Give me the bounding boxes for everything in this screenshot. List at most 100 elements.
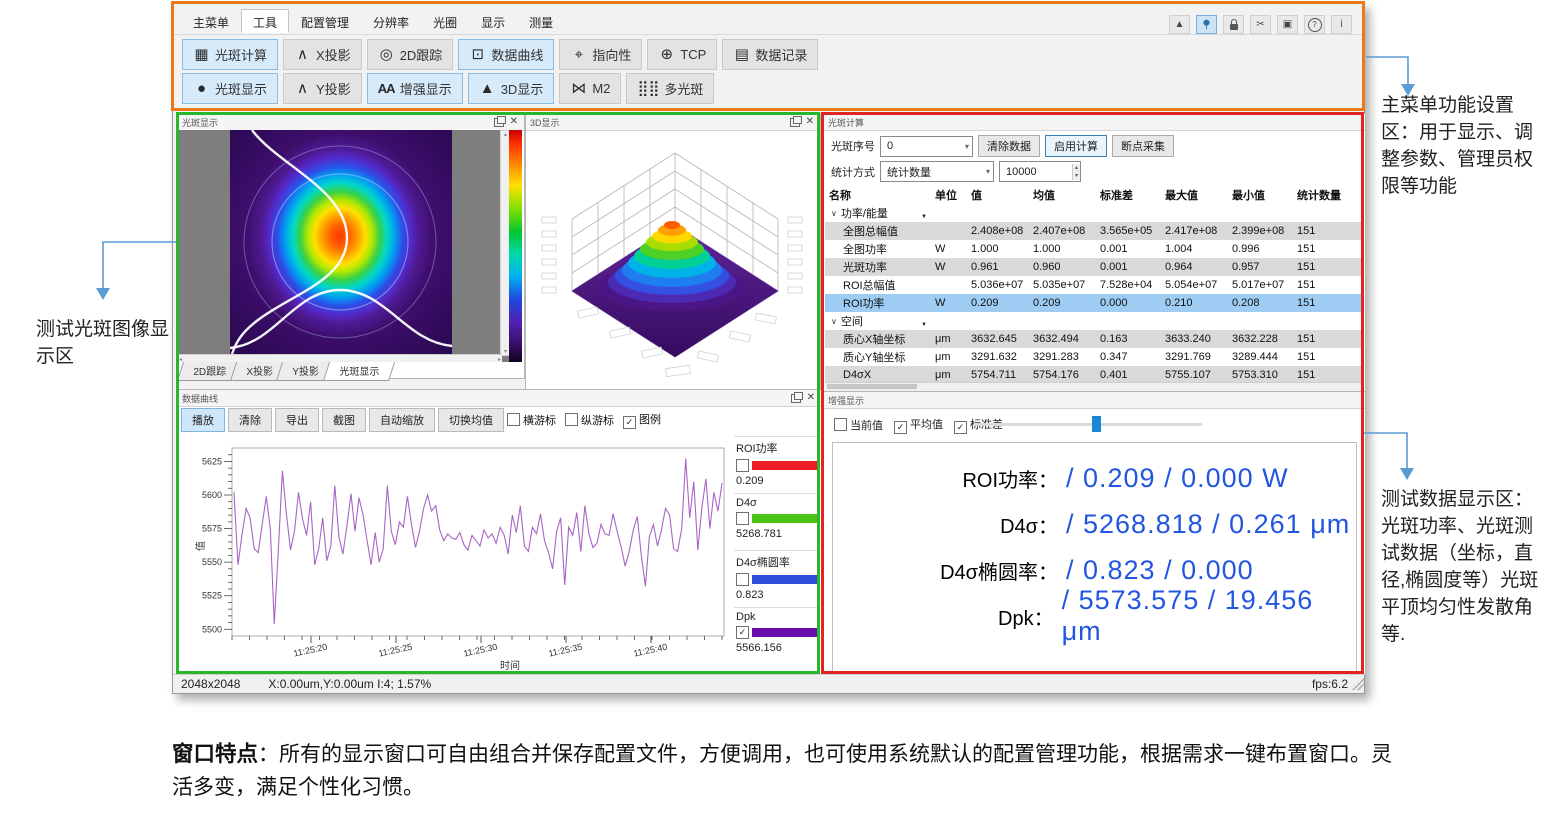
calc-button-断点采集[interactable]: 断点采集 <box>1112 135 1174 157</box>
lock-icon[interactable] <box>1223 15 1244 34</box>
curve-button-切换均值[interactable]: 切换均值 <box>438 408 504 432</box>
font-size-slider[interactable] <box>974 423 1202 426</box>
tcp-icon: ⊕ <box>658 47 675 62</box>
legend-checkbox[interactable] <box>736 573 749 586</box>
toolbar-button-multi-spot[interactable]: ⣿⣿ 多光斑 <box>626 73 714 104</box>
group-name: 空间 <box>841 313 863 329</box>
collapse-icon[interactable]: ▲ <box>1169 15 1190 34</box>
curve-button-清除[interactable]: 清除 <box>228 408 272 432</box>
table-row-光斑功率[interactable]: 光斑功率W0.9610.9600.0010.9640.957151 <box>825 258 1364 276</box>
cell: 151 <box>1293 243 1364 255</box>
cell: 0.000 <box>1096 297 1161 309</box>
beam-profile-curves <box>230 130 452 354</box>
table-row-质心Y轴坐标[interactable]: 质心Y轴坐标μm3291.6323291.2830.3473291.769328… <box>825 348 1364 366</box>
cell: 151 <box>1293 369 1364 381</box>
toolbar-button-3d-display[interactable]: ▲3D显示 <box>468 73 555 104</box>
horizontal-scrollbar[interactable]: ◂▸ <box>178 354 502 362</box>
menu-item-工具[interactable]: 工具 <box>241 9 289 33</box>
resize-grip[interactable] <box>1352 678 1364 690</box>
menu-item-配置管理[interactable]: 配置管理 <box>289 9 361 33</box>
multi-spot-label: 多光斑 <box>664 79 703 98</box>
toolbar-button-spot-display[interactable]: ●光斑显示 <box>182 73 278 104</box>
legend-checkbox[interactable] <box>736 459 749 472</box>
save-icon[interactable]: ▣ <box>1277 15 1298 34</box>
calc-button-启用计算[interactable]: 启用计算 <box>1045 135 1107 157</box>
pin-icon[interactable] <box>1196 15 1217 34</box>
close-panel-icon[interactable]: ✕ <box>805 393 817 403</box>
float-panel-icon[interactable] <box>791 394 801 403</box>
spot-display-icon: ● <box>193 81 210 96</box>
float-panel-icon[interactable] <box>494 118 504 127</box>
curve-checkbox-纵游标[interactable]: 纵游标 <box>565 412 614 428</box>
help-icon[interactable]: ? <box>1304 15 1325 34</box>
close-panel-icon[interactable]: ✕ <box>804 117 816 127</box>
table-row-全图总幅值[interactable]: 全图总幅值2.408e+082.407e+083.565e+052.417e+0… <box>825 222 1364 240</box>
expander-icon: ∨ <box>831 317 837 326</box>
cell: 151 <box>1293 225 1364 237</box>
table-row-ROI总幅值[interactable]: ROI总幅值5.036e+075.035e+077.528e+045.054e+… <box>825 276 1364 294</box>
curve-button-截图[interactable]: 截图 <box>322 408 366 432</box>
spot-panel-tabs: 2D跟踪X投影Y投影光斑显示 <box>180 362 386 381</box>
stat-count-spinner[interactable]: 10000 ▴▾ <box>999 161 1081 182</box>
legend-value: 0.823 <box>736 589 819 601</box>
curve-button-自动缩放[interactable]: 自动缩放 <box>369 408 435 432</box>
toolbar-button-data-curve[interactable]: ⊡数据曲线 <box>458 39 554 70</box>
curve-checkbox-横游标[interactable]: 横游标 <box>507 412 556 428</box>
checkbox-icon: ✓ <box>623 416 636 429</box>
enhanced-value: / 5573.575 / 19.456 μm <box>1062 585 1356 647</box>
float-panel-icon[interactable] <box>790 118 800 127</box>
multi-spot-icon: ⣿⣿ <box>637 81 659 96</box>
legend-bar-row <box>736 512 819 525</box>
cell: 3291.769 <box>1161 351 1228 363</box>
toolbar-button-directivity[interactable]: ⌖指向性 <box>559 39 642 70</box>
table-row-ROI功率[interactable]: ROI功率W0.2090.2090.0000.2100.208151 <box>825 294 1364 312</box>
table-row-全图功率[interactable]: 全图功率W1.0001.0000.0011.0040.996151 <box>825 240 1364 258</box>
toolbar-button-y-projection[interactable]: ∧Y投影 <box>283 73 362 104</box>
info-icon[interactable]: i <box>1331 15 1352 34</box>
menu-item-主菜单[interactable]: 主菜单 <box>181 9 241 33</box>
menu-item-测量[interactable]: 测量 <box>517 9 565 33</box>
legend-checkbox[interactable] <box>736 512 749 525</box>
toolbar-button-data-record[interactable]: ▤数据记录 <box>722 39 818 70</box>
legend-checkbox[interactable]: ✓ <box>736 626 749 639</box>
toolbar-button-2d-tracking[interactable]: ◎2D跟踪 <box>367 39 454 70</box>
toolbar-separator <box>173 109 1364 110</box>
toolbar-row-1: ▦光斑计算∧X投影◎2D跟踪⊡数据曲线⌖指向性⊕TCP▤数据记录 <box>182 39 818 70</box>
toolbar-button-m2[interactable]: ⋈M2 <box>559 73 621 104</box>
table-group-row-空间[interactable]: ∨空间▼ <box>825 312 1364 330</box>
table-row-质心X轴坐标[interactable]: 质心X轴坐标μm3632.6453632.4940.1633633.240363… <box>825 330 1364 348</box>
m2-icon: ⋈ <box>570 81 587 96</box>
toolbar-button-spot-calc[interactable]: ▦光斑计算 <box>182 39 278 70</box>
spot-seq-combo[interactable]: 0▾ <box>880 136 973 157</box>
curve-button-导出[interactable]: 导出 <box>275 408 319 432</box>
toolbar-button-x-projection[interactable]: ∧X投影 <box>283 39 362 70</box>
spin-down-icon[interactable]: ▾ <box>1073 172 1080 180</box>
table-group-row-功率/能量[interactable]: ∨功率/能量▼ <box>825 204 1364 222</box>
enhanced-checkbox-平均值[interactable]: ✓平均值 <box>894 416 943 434</box>
toolbar-button-enhanced-display[interactable]: AA增强显示 <box>367 73 463 104</box>
enhanced-checkbox-当前值[interactable]: 当前值 <box>834 417 883 433</box>
curve-checkbox-图例[interactable]: ✓图例 <box>623 411 661 429</box>
curve-button-播放[interactable]: 播放 <box>181 408 225 432</box>
cursor-readout: X:0.00um,Y:0.00um I:4; 1.57% <box>268 677 431 691</box>
legend-entry-D4σ: D4σ5268.781 <box>734 493 819 550</box>
cell: 0.209 <box>967 297 1029 309</box>
slider-handle[interactable] <box>1092 416 1101 432</box>
close-panel-icon[interactable]: ✕ <box>508 117 520 127</box>
menu-item-分辨率[interactable]: 分辨率 <box>361 9 421 33</box>
cell: 质心X轴坐标 <box>825 331 931 347</box>
cell: 0.960 <box>1029 261 1096 273</box>
toolbar-button-tcp[interactable]: ⊕TCP <box>647 39 717 70</box>
legend-color-bar <box>752 575 819 584</box>
calc-button-清除数据[interactable]: 清除数据 <box>978 135 1040 157</box>
menu-item-显示[interactable]: 显示 <box>469 9 517 33</box>
tab-label: 光斑显示 <box>339 363 379 378</box>
tab-光斑显示[interactable]: 光斑显示 <box>323 362 395 381</box>
spin-up-icon[interactable]: ▴ <box>1073 164 1080 172</box>
menu-item-光圈[interactable]: 光圈 <box>421 9 469 33</box>
checkbox-icon: ✓ <box>954 421 967 434</box>
enhanced-label: Dpk： <box>833 602 1054 631</box>
cut-icon[interactable]: ✂ <box>1250 15 1271 34</box>
stat-mode-combo[interactable]: 统计数量▾ <box>880 161 994 182</box>
table-horizontal-scrollbar[interactable] <box>825 382 1364 391</box>
